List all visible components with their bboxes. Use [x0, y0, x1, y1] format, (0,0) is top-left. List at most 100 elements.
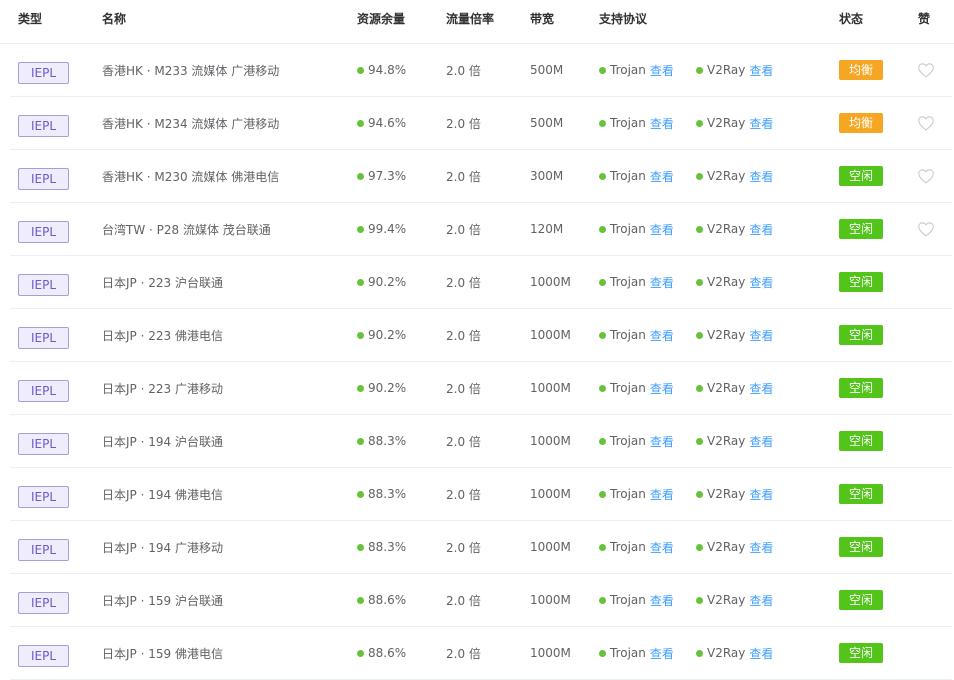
bandwidth-cell: 120M [530, 203, 563, 255]
view-v2ray-link[interactable]: 查看 [749, 168, 773, 185]
type-tag: IEPL [18, 645, 70, 667]
protocol-trojan-cell: Trojan 查看 [599, 468, 674, 520]
protocol-v2ray-label: V2Ray [707, 328, 746, 342]
name-cell: 日本JP · 159 佛港电信 [102, 627, 223, 679]
table-row: IEPL 香港HK · M230 流媒体 佛港电信 97.3% 2.0 倍 30… [10, 150, 952, 203]
heart-outline-icon[interactable] [917, 115, 935, 131]
protocol-dot-icon [696, 649, 703, 657]
view-trojan-link[interactable]: 查看 [650, 539, 674, 556]
node-name: 日本JP · 159 沪台联通 [102, 593, 223, 608]
name-cell: 日本JP · 223 广港移动 [102, 362, 223, 414]
view-v2ray-link[interactable]: 查看 [749, 62, 773, 79]
view-trojan-link[interactable]: 查看 [650, 486, 674, 503]
view-trojan-link[interactable]: 查看 [650, 168, 674, 185]
resource-cell: 88.3% [357, 468, 406, 520]
table-row: IEPL 香港HK · M233 流媒体 广港移动 94.8% 2.0 倍 50… [10, 44, 952, 97]
heart-outline-icon[interactable] [917, 62, 935, 78]
protocol-trojan-cell: Trojan 查看 [599, 521, 674, 573]
view-trojan-link[interactable]: 查看 [650, 327, 674, 344]
type-tag: IEPL [18, 380, 70, 402]
protocol-trojan-label: Trojan [610, 646, 646, 660]
status-cell: 空闲 [839, 574, 884, 626]
view-v2ray-link[interactable]: 查看 [749, 327, 773, 344]
protocol-dot-icon [599, 490, 606, 498]
view-trojan-link[interactable]: 查看 [650, 62, 674, 79]
like-cell [917, 203, 935, 255]
resource-value: 94.8% [368, 63, 407, 77]
protocol-dot-icon [696, 543, 703, 551]
protocol-v2ray-cell: V2Ray 查看 [696, 627, 773, 679]
view-trojan-link[interactable]: 查看 [650, 645, 674, 662]
protocol-trojan-label: Trojan [610, 593, 646, 607]
protocol-dot-icon [696, 331, 703, 339]
protocol-trojan-label: Trojan [610, 169, 646, 183]
status-cell: 空闲 [839, 362, 884, 414]
bandwidth-value: 1000M [530, 275, 571, 289]
protocol-trojan-cell: Trojan 查看 [599, 44, 674, 96]
node-name: 日本JP · 223 沪台联通 [102, 275, 223, 290]
protocol-v2ray-cell: V2Ray 查看 [696, 44, 773, 96]
type-tag: IEPL [18, 221, 70, 243]
view-v2ray-link[interactable]: 查看 [749, 221, 773, 238]
protocol-dot-icon [599, 543, 606, 551]
type-cell: IEPL [18, 627, 70, 679]
type-cell: IEPL [18, 468, 70, 520]
table-row: IEPL 香港HK · M234 流媒体 广港移动 94.6% 2.0 倍 50… [10, 97, 952, 150]
resource-cell: 88.3% [357, 521, 406, 573]
name-cell: 日本JP · 159 沪台联通 [102, 574, 223, 626]
resource-cell: 94.8% [357, 44, 406, 96]
view-v2ray-link[interactable]: 查看 [749, 274, 773, 291]
status-dot-icon [357, 119, 364, 127]
resource-value: 94.6% [368, 116, 407, 130]
protocol-dot-icon [696, 490, 703, 498]
rate-value: 2.0 倍 [446, 540, 481, 555]
resource-value: 90.2% [368, 275, 407, 289]
view-trojan-link[interactable]: 查看 [650, 115, 674, 132]
protocol-v2ray-cell: V2Ray 查看 [696, 574, 773, 626]
status-cell: 空闲 [839, 521, 884, 573]
view-trojan-link[interactable]: 查看 [650, 380, 674, 397]
view-v2ray-link[interactable]: 查看 [749, 380, 773, 397]
status-dot-icon [357, 278, 364, 286]
status-dot-icon [357, 384, 364, 392]
view-v2ray-link[interactable]: 查看 [749, 592, 773, 609]
rate-cell: 2.0 倍 [446, 97, 481, 149]
name-cell: 台湾TW · P28 流媒体 茂台联通 [102, 203, 271, 255]
rate-value: 2.0 倍 [446, 275, 481, 290]
header-resource: 资源余量 [357, 12, 406, 26]
bandwidth-value: 500M [530, 63, 564, 77]
view-v2ray-link[interactable]: 查看 [749, 539, 773, 556]
protocol-v2ray-label: V2Ray [707, 116, 746, 130]
protocol-dot-icon [599, 119, 606, 127]
resource-cell: 88.6% [357, 574, 406, 626]
protocol-dot-icon [696, 119, 703, 127]
view-trojan-link[interactable]: 查看 [650, 221, 674, 238]
view-trojan-link[interactable]: 查看 [650, 274, 674, 291]
status-cell: 均衡 [839, 97, 884, 149]
view-v2ray-link[interactable]: 查看 [749, 645, 773, 662]
view-v2ray-link[interactable]: 查看 [749, 433, 773, 450]
protocol-trojan-label: Trojan [610, 487, 646, 501]
protocol-trojan-label: Trojan [610, 434, 646, 448]
protocol-v2ray-cell: V2Ray 查看 [696, 468, 773, 520]
bandwidth-value: 1000M [530, 593, 571, 607]
view-v2ray-link[interactable]: 查看 [749, 115, 773, 132]
rate-value: 2.0 倍 [446, 593, 481, 608]
bandwidth-cell: 1000M [530, 574, 571, 626]
status-dot-icon [357, 596, 364, 604]
view-v2ray-link[interactable]: 查看 [749, 486, 773, 503]
heart-outline-icon[interactable] [917, 221, 935, 237]
protocol-dot-icon [599, 384, 606, 392]
resource-cell: 88.3% [357, 415, 406, 467]
name-cell: 日本JP · 194 广港移动 [102, 521, 223, 573]
protocol-trojan-cell: Trojan 查看 [599, 362, 674, 414]
status-dot-icon [357, 543, 364, 551]
view-trojan-link[interactable]: 查看 [650, 592, 674, 609]
resource-cell: 97.3% [357, 150, 406, 202]
status-cell: 空闲 [839, 150, 884, 202]
protocol-dot-icon [599, 278, 606, 286]
type-cell: IEPL [18, 362, 70, 414]
view-trojan-link[interactable]: 查看 [650, 433, 674, 450]
heart-outline-icon[interactable] [917, 168, 935, 184]
rate-cell: 2.0 倍 [446, 627, 481, 679]
